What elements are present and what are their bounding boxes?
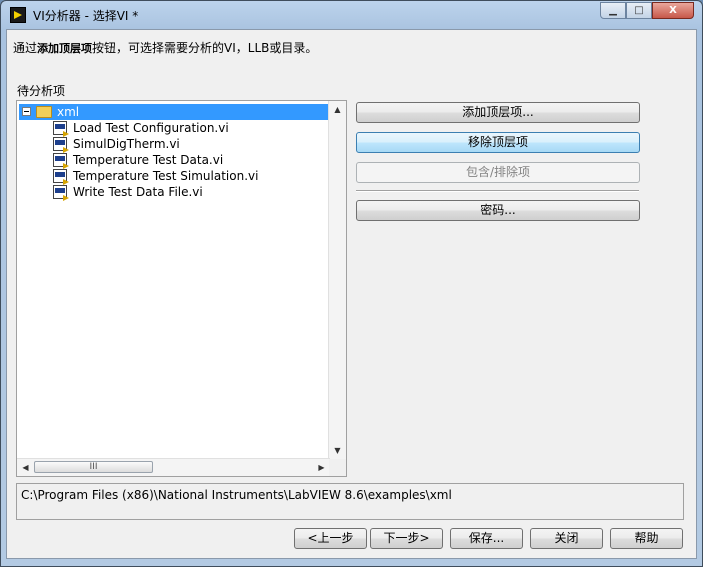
vi-icon (53, 153, 69, 169)
path-display: C:\Program Files (x86)\National Instrume… (16, 483, 684, 520)
vi-icon (53, 121, 69, 137)
tree-item[interactable]: Write Test Data File.vi (53, 184, 333, 201)
separator (356, 190, 639, 192)
vertical-scrollbar[interactable]: ▲ ▼ (328, 101, 346, 459)
scroll-up-icon[interactable]: ▲ (329, 101, 346, 118)
instructions-prefix: 通过 (13, 41, 38, 55)
window-title: VI分析器 - 选择VI * (33, 9, 139, 23)
tree-item[interactable]: SimulDigTherm.vi (53, 136, 333, 153)
close-icon: X (669, 5, 677, 16)
instructions-suffix: 按钮，可选择需要分析的VI，LLB或目录。 (92, 41, 318, 55)
minimize-button[interactable]: ▁ (600, 2, 626, 19)
tree-item-label: Write Test Data File.vi (73, 185, 203, 199)
maximize-icon: □ (634, 5, 644, 16)
minimize-icon: ▁ (609, 5, 617, 16)
tree-root-item[interactable]: xml (19, 104, 330, 120)
vi-icon (53, 169, 69, 185)
vi-icon (53, 185, 69, 201)
folder-icon (36, 106, 52, 118)
tree-item[interactable]: Temperature Test Data.vi (53, 152, 333, 169)
save-button[interactable]: 保存... (450, 528, 523, 549)
tree-item-label: Load Test Configuration.vi (73, 121, 229, 135)
vi-icon (53, 137, 69, 153)
title-bar[interactable]: VI分析器 - 选择VI * ▁ □ X (1, 1, 702, 31)
caption-buttons: ▁ □ X (600, 2, 694, 20)
tree-item-label: Temperature Test Data.vi (73, 153, 224, 167)
items-to-analyze-label: 待分析项 (17, 84, 66, 98)
close-button[interactable]: 关闭 (530, 528, 603, 549)
tree-item-label: Temperature Test Simulation.vi (73, 169, 259, 183)
scroll-right-icon[interactable]: ▶ (313, 459, 330, 476)
items-tree[interactable]: xml Load Test Configuration.vi SimulDigT… (16, 100, 347, 477)
horizontal-scrollbar[interactable]: ◀ III ▶ (17, 458, 330, 476)
remove-top-level-button[interactable]: 移除顶层项 (356, 132, 640, 153)
maximize-button[interactable]: □ (626, 2, 652, 19)
scrollbar-corner (329, 459, 346, 476)
close-window-button[interactable]: X (652, 2, 694, 19)
back-button[interactable]: <上一步 (294, 528, 367, 549)
horizontal-scroll-thumb[interactable]: III (34, 461, 153, 473)
include-exclude-button[interactable]: 包含/排除项 (356, 162, 640, 183)
path-text: C:\Program Files (x86)\National Instrume… (21, 488, 452, 502)
instructions-text: 通过添加顶层项按钮，可选择需要分析的VI，LLB或目录。 (13, 39, 317, 56)
next-button[interactable]: 下一步> (370, 528, 443, 549)
tree-item-label: SimulDigTherm.vi (73, 137, 180, 151)
tree-item[interactable]: Load Test Configuration.vi (53, 120, 333, 137)
tree-root-label: xml (57, 105, 80, 119)
add-top-level-button[interactable]: 添加顶层项... (356, 102, 640, 123)
labview-app-icon[interactable] (10, 7, 26, 23)
collapse-icon[interactable] (22, 107, 31, 116)
tree-item[interactable]: Temperature Test Simulation.vi (53, 168, 333, 185)
password-button[interactable]: 密码... (356, 200, 640, 221)
help-button[interactable]: 帮助 (610, 528, 683, 549)
scroll-left-icon[interactable]: ◀ (17, 459, 34, 476)
instructions-bold: 添加顶层项 (37, 42, 93, 55)
scroll-down-icon[interactable]: ▼ (329, 442, 346, 459)
